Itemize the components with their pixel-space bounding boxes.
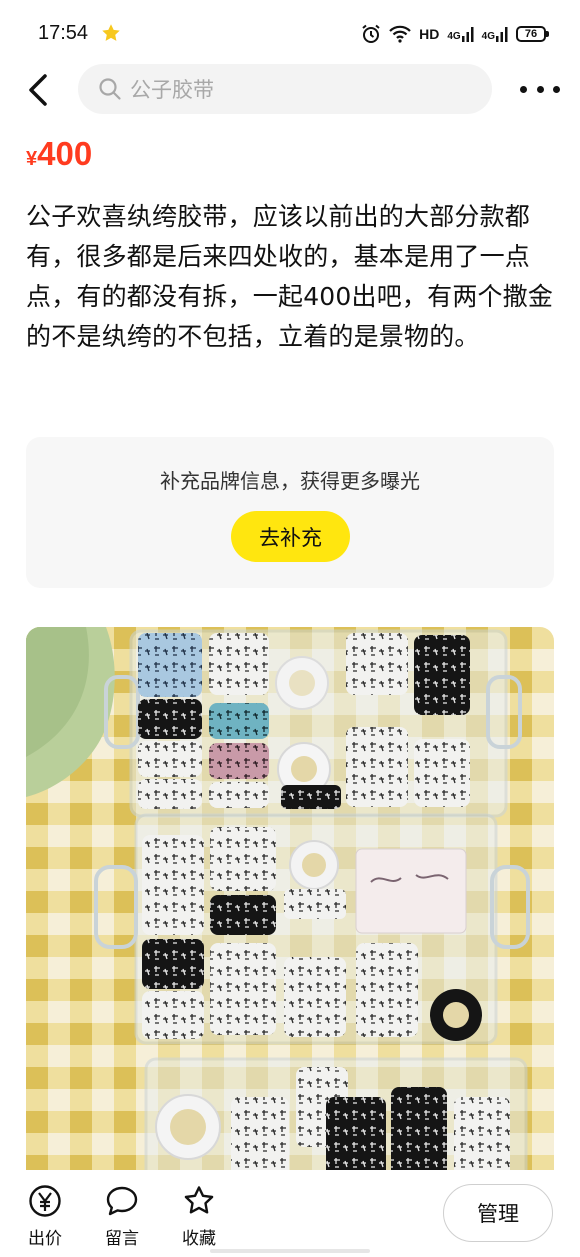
search-placeholder: 公子胶带: [130, 78, 214, 102]
signal-strength-1: 4G: [447, 26, 474, 42]
listing-description: 公子欢喜纨绔胶带，应该以前出的大部分款都有，很多都是后来四处收的，基本是用了一点…: [26, 202, 554, 351]
signal-bars-icon: [461, 27, 474, 42]
nav-bar: 公子胶带: [0, 62, 580, 118]
more-dot-icon: [536, 85, 544, 93]
chevron-left-icon: [29, 74, 47, 106]
listing-photo[interactable]: [26, 627, 554, 1187]
battery-icon: 76: [516, 26, 549, 42]
currency-symbol: ¥: [26, 148, 38, 170]
back-button[interactable]: [18, 70, 58, 110]
signal-bars-icon: [496, 27, 508, 42]
more-options-button[interactable]: [520, 76, 560, 102]
status-bar: 17:54 HD 4G 4G 76: [0, 0, 580, 62]
status-time: 17:54: [38, 22, 89, 44]
comment-button[interactable]: 留言: [92, 1184, 152, 1249]
washi-tape-photo: [26, 627, 554, 1187]
search-input[interactable]: 公子胶带: [78, 64, 492, 114]
search-icon: [99, 78, 121, 100]
star-icon: [102, 24, 120, 41]
price-amount: 400: [37, 135, 93, 172]
manage-button[interactable]: 管理: [443, 1184, 553, 1242]
favorite-button[interactable]: 收藏: [169, 1184, 229, 1249]
bottom-action-bar: 出价 留言 收藏 管理: [0, 1170, 580, 1257]
bid-button[interactable]: 出价: [15, 1184, 75, 1249]
add-brand-button[interactable]: 去补充: [231, 511, 350, 562]
more-dot-icon: [553, 85, 560, 93]
status-icons: HD 4G 4G 76: [361, 22, 549, 46]
brand-info-card: 补充品牌信息，获得更多曝光 去补充: [26, 437, 554, 588]
bid-label: 出价: [28, 1229, 62, 1249]
star-outline-icon: [184, 1186, 214, 1214]
yen-circle-icon: [29, 1185, 61, 1217]
favorite-label: 收藏: [182, 1229, 216, 1249]
chat-bubble-icon: [106, 1186, 138, 1216]
alarm-icon: [362, 24, 380, 43]
comment-label: 留言: [105, 1229, 139, 1249]
signal-strength-2: 4G: [482, 26, 508, 42]
home-indicator: [210, 1249, 370, 1253]
more-dot-icon: [520, 85, 527, 93]
hd-label: HD: [419, 26, 440, 42]
brand-info-text: 补充品牌信息，获得更多曝光: [160, 469, 420, 493]
wifi-icon: [389, 25, 411, 43]
price: ¥400: [26, 135, 92, 173]
